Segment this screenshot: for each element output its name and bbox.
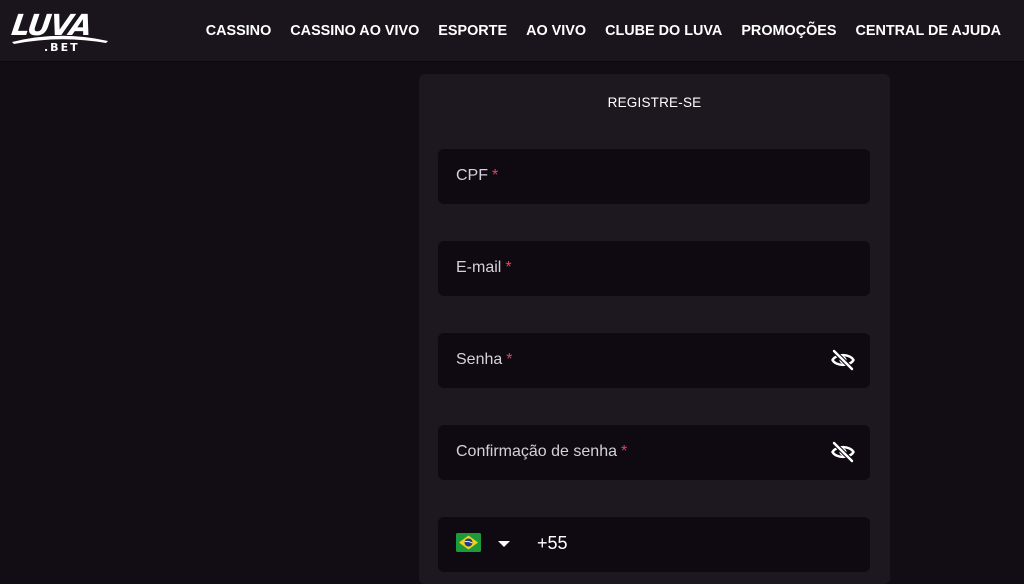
- password-label: Senha *: [456, 351, 513, 368]
- brazil-flag-icon[interactable]: [456, 533, 481, 552]
- nav-item-promocoes[interactable]: PROMOÇÕES: [741, 23, 836, 39]
- password-confirm-field[interactable]: Confirmação de senha *: [438, 425, 870, 480]
- cpf-field[interactable]: CPF *: [438, 149, 870, 204]
- required-mark: *: [620, 443, 628, 460]
- register-title: REGISTRE-SE: [607, 95, 702, 110]
- nav-item-esporte[interactable]: ESPORTE: [438, 23, 507, 39]
- eye-off-icon[interactable]: [831, 349, 855, 371]
- required-mark: *: [492, 167, 499, 184]
- email-label: E-mail *: [456, 259, 512, 276]
- phone-field[interactable]: +55: [438, 517, 870, 572]
- nav-item-cassino-ao-vivo[interactable]: CASSINO AO VIVO: [290, 23, 419, 39]
- nav-item-cassino[interactable]: CASSINO: [206, 23, 272, 39]
- dial-code: +55: [537, 533, 568, 553]
- luva-bet-logo[interactable]: LUVA .BET: [9, 8, 110, 56]
- country-dropdown-caret-icon[interactable]: [498, 541, 510, 547]
- password-field[interactable]: Senha *: [438, 333, 870, 388]
- nav-item-central-de-ajuda[interactable]: CENTRAL DE AJUDA: [855, 23, 1001, 39]
- register-card: REGISTRE-SE CPF * E-mail * Senha * Confirma…: [419, 74, 890, 584]
- main-nav: CASSINO CASSINO AO VIVO ESPORTE AO VIVO …: [206, 0, 1001, 62]
- email-field[interactable]: E-mail *: [438, 241, 870, 296]
- cpf-label: CPF *: [456, 167, 499, 184]
- nav-item-clube-do-luva[interactable]: CLUBE DO LUVA: [605, 23, 722, 39]
- password-confirm-label: Confirmação de senha *: [456, 443, 628, 460]
- top-header: LUVA .BET CASSINO CASSINO AO VIVO ESPORT…: [0, 0, 1024, 62]
- eye-off-icon[interactable]: [831, 441, 855, 463]
- logo-suffix: .BET: [44, 41, 80, 54]
- nav-item-ao-vivo[interactable]: AO VIVO: [526, 23, 586, 39]
- required-mark: *: [505, 259, 512, 276]
- required-mark: *: [506, 351, 513, 368]
